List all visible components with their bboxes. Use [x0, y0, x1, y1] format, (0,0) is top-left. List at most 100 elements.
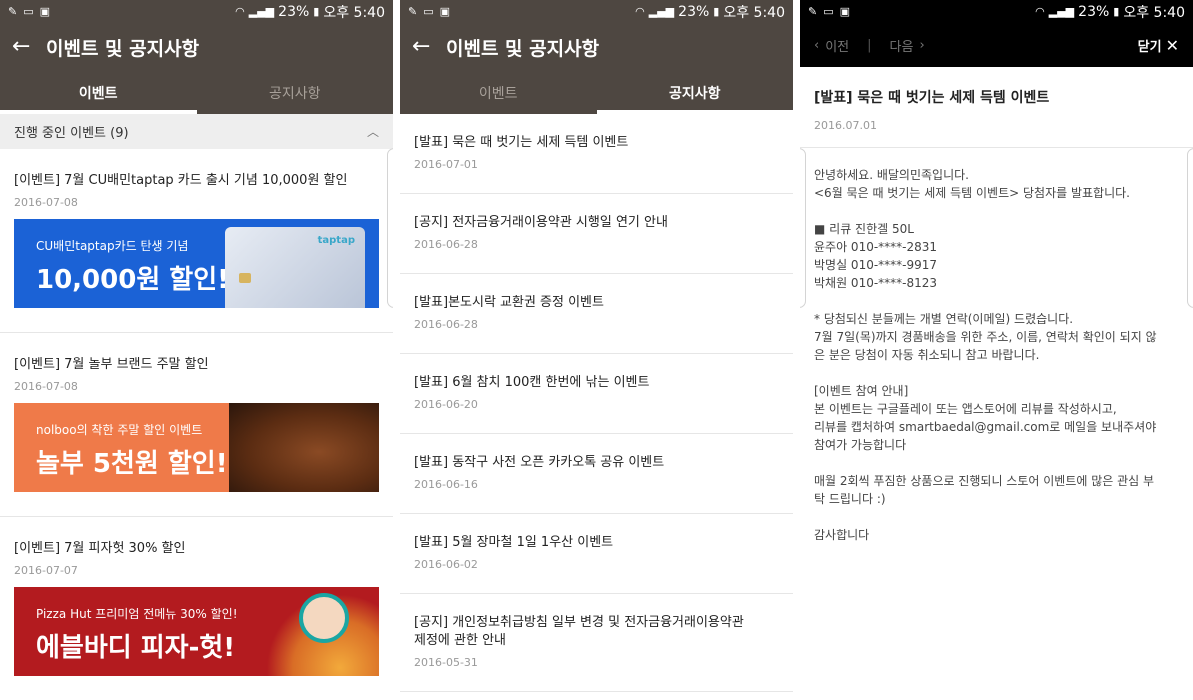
notice-item[interactable]: [공지] 개인정보취급방침 일부 변경 및 전자금융거래이용약관 제정에 관한 … [400, 594, 793, 692]
banner-headline: 놀부 5천원 할인! [36, 449, 228, 479]
detail-header: [발표] 묵은 때 벗기는 세제 득템 이벤트 2016.07.01 [800, 67, 1193, 148]
notice-date: 2016-06-28 [414, 238, 478, 251]
card-chip-icon [239, 273, 251, 283]
banner-subtitle: nolboo의 착한 주말 할인 이벤트 [36, 423, 203, 437]
notice-title: [공지] 개인정보취급방침 일부 변경 및 전자금융거래이용약관 제정에 관한 … [414, 615, 744, 648]
events-section-header[interactable]: 진행 중인 이벤트 (9) ︿ [0, 114, 393, 149]
signal-icon: ▂▄▆ [1048, 5, 1075, 18]
back-arrow-icon[interactable]: ← [12, 36, 46, 58]
events-section-label: 진행 중인 이벤트 (9) [14, 126, 129, 141]
notice-date: 2016-06-02 [414, 558, 478, 571]
nav-divider: | [867, 37, 872, 53]
event-title: [이벤트] 7월 CU배민taptap 카드 출시 기념 10,000원 할인 [14, 173, 348, 188]
scroll-edge [800, 148, 806, 308]
notice-title: [발표]본도시락 교환권 증정 이벤트 [414, 295, 604, 310]
status-bar: ✎ ▭ ▣ ◠ ▂▄▆ 23% ▮ 오후 5:40 [400, 0, 793, 23]
scroll-edge [387, 148, 393, 308]
image-notification-icon: ▣ [439, 5, 451, 18]
banner-subtitle: Pizza Hut 프리미엄 전메뉴 30% 할인! [36, 607, 238, 621]
next-button[interactable]: 다음 [890, 36, 914, 55]
image-notification-icon: ▣ [839, 5, 851, 18]
notice-title: [발표] 5월 장마철 1일 1우산 이벤트 [414, 535, 614, 550]
scroll-edge [1187, 148, 1193, 308]
battery-percent: 23% [678, 3, 710, 20]
clock: 오후 5:40 [723, 4, 785, 21]
edit-notification-icon: ✎ [808, 5, 818, 18]
close-button[interactable]: 닫기 ✕ [1138, 36, 1179, 55]
wifi-icon: ◠ [235, 5, 245, 18]
event-date: 2016-07-08 [14, 196, 78, 209]
notice-detail-screen: ✎ ▭ ▣ ◠ ▂▄▆ 23% ▮ 오후 5:40 ‹ 이전 | 다음 › 닫기… [800, 0, 1193, 700]
app-bar: ← 이벤트 및 공지사항 [0, 23, 393, 71]
close-icon: ✕ [1165, 35, 1179, 55]
event-item[interactable]: [이벤트] 7월 놀부 브랜드 주말 할인 2016-07-08 nolboo의… [0, 333, 393, 517]
pizza-image [249, 593, 379, 676]
notice-item[interactable]: [발표] 5월 장마철 1일 1우산 이벤트 2016-06-02 [400, 514, 793, 594]
chevron-up-icon[interactable]: ︿ [367, 123, 379, 140]
events-screen: ✎ ▭ ▣ ◠ ▂▄▆ 23% ▮ 오후 5:40 ← 이벤트 및 공지사항 이… [0, 0, 393, 700]
tab-notices[interactable]: 공지사항 [596, 71, 794, 114]
event-banner[interactable]: CU배민taptap카드 탄생 기념 10,000원 할인! taptap [14, 219, 379, 308]
page-title: 이벤트 및 공지사항 [46, 37, 200, 60]
file-notification-icon: ▭ [23, 5, 34, 18]
signal-icon: ▂▄▆ [648, 5, 675, 18]
file-notification-icon: ▭ [823, 5, 834, 18]
notice-date: 2016-06-16 [414, 478, 478, 491]
event-banner[interactable]: Pizza Hut 프리미엄 전메뉴 30% 할인! 에블바디 피자-헛! [14, 587, 379, 676]
file-notification-icon: ▭ [423, 5, 434, 18]
clock: 오후 5:40 [1123, 4, 1185, 21]
notice-item[interactable]: [발표]본도시락 교환권 증정 이벤트 2016-06-28 [400, 274, 793, 354]
tab-bar: 이벤트 공지사항 [0, 71, 393, 114]
event-title: [이벤트] 7월 놀부 브랜드 주말 할인 [14, 357, 209, 372]
banner-headline: 10,000원 할인! [36, 265, 230, 295]
wifi-icon: ◠ [1035, 5, 1045, 18]
signal-icon: ▂▄▆ [248, 5, 275, 18]
notice-item[interactable]: [공지] 전자금융거래이용약관 시행일 연기 안내 2016-06-28 [400, 194, 793, 274]
detail-title: [발표] 묵은 때 벗기는 세제 득템 이벤트 [814, 90, 1050, 106]
event-date: 2016-07-07 [14, 564, 78, 577]
event-banner[interactable]: nolboo의 착한 주말 할인 이벤트 놀부 5천원 할인! [14, 403, 379, 492]
notice-title: [공지] 전자금융거래이용약관 시행일 연기 안내 [414, 215, 668, 230]
character-illustration [299, 593, 349, 643]
notice-date: 2016-05-31 [414, 656, 478, 669]
notice-item[interactable]: [발표] 동작구 사전 오픈 카카오톡 공유 이벤트 2016-06-16 [400, 434, 793, 514]
battery-icon: ▮ [1113, 5, 1120, 18]
event-date: 2016-07-08 [14, 380, 78, 393]
tab-events[interactable]: 이벤트 [0, 71, 197, 114]
card-image: taptap [225, 227, 365, 308]
detail-toolbar: ‹ 이전 | 다음 › 닫기 ✕ [800, 23, 1193, 67]
event-item[interactable]: [이벤트] 7월 CU배민taptap 카드 출시 기념 10,000원 할인 … [0, 149, 393, 333]
page-title: 이벤트 및 공지사항 [446, 37, 600, 60]
event-item[interactable]: [이벤트] 7월 피자헛 30% 할인 2016-07-07 Pizza Hut… [0, 517, 393, 700]
prev-chevron-icon[interactable]: ‹ [814, 38, 819, 53]
prev-button[interactable]: 이전 [825, 36, 849, 55]
tab-bar: 이벤트 공지사항 [400, 71, 793, 114]
notice-date: 2016-06-20 [414, 398, 478, 411]
notice-title: [발표] 동작구 사전 오픈 카카오톡 공유 이벤트 [414, 455, 665, 470]
tab-events[interactable]: 이벤트 [400, 71, 597, 114]
edit-notification-icon: ✎ [408, 5, 418, 18]
wifi-icon: ◠ [635, 5, 645, 18]
battery-percent: 23% [1078, 3, 1110, 20]
battery-icon: ▮ [313, 5, 320, 18]
next-chevron-icon[interactable]: › [919, 38, 924, 53]
notice-title: [발표] 묵은 때 벗기는 세제 득템 이벤트 [414, 135, 629, 150]
app-bar: ← 이벤트 및 공지사항 [400, 23, 793, 71]
status-bar: ✎ ▭ ▣ ◠ ▂▄▆ 23% ▮ 오후 5:40 [800, 0, 1193, 23]
card-brand: taptap [317, 235, 355, 246]
event-title: [이벤트] 7월 피자헛 30% 할인 [14, 541, 186, 556]
notice-item[interactable]: [발표] 6월 참치 100캔 한번에 낚는 이벤트 2016-06-20 [400, 354, 793, 434]
notice-title: [발표] 6월 참치 100캔 한번에 낚는 이벤트 [414, 375, 650, 390]
status-bar: ✎ ▭ ▣ ◠ ▂▄▆ 23% ▮ 오후 5:40 [0, 0, 393, 23]
image-notification-icon: ▣ [39, 5, 51, 18]
notice-date: 2016-07-01 [414, 158, 478, 171]
banner-headline: 에블바디 피자-헛! [36, 633, 236, 663]
food-image [229, 403, 379, 492]
back-arrow-icon[interactable]: ← [412, 36, 446, 58]
close-label: 닫기 [1137, 39, 1162, 55]
banner-subtitle: CU배민taptap카드 탄생 기념 [36, 239, 189, 253]
detail-body: 안녕하세요. 배달의민족입니다. <6월 묵은 때 벗기는 세제 득템 이벤트>… [814, 168, 1157, 542]
detail-date: 2016.07.01 [814, 119, 877, 132]
tab-notices[interactable]: 공지사항 [197, 71, 394, 114]
notice-item[interactable]: [발표] 묵은 때 벗기는 세제 득템 이벤트 2016-07-01 [400, 114, 793, 194]
